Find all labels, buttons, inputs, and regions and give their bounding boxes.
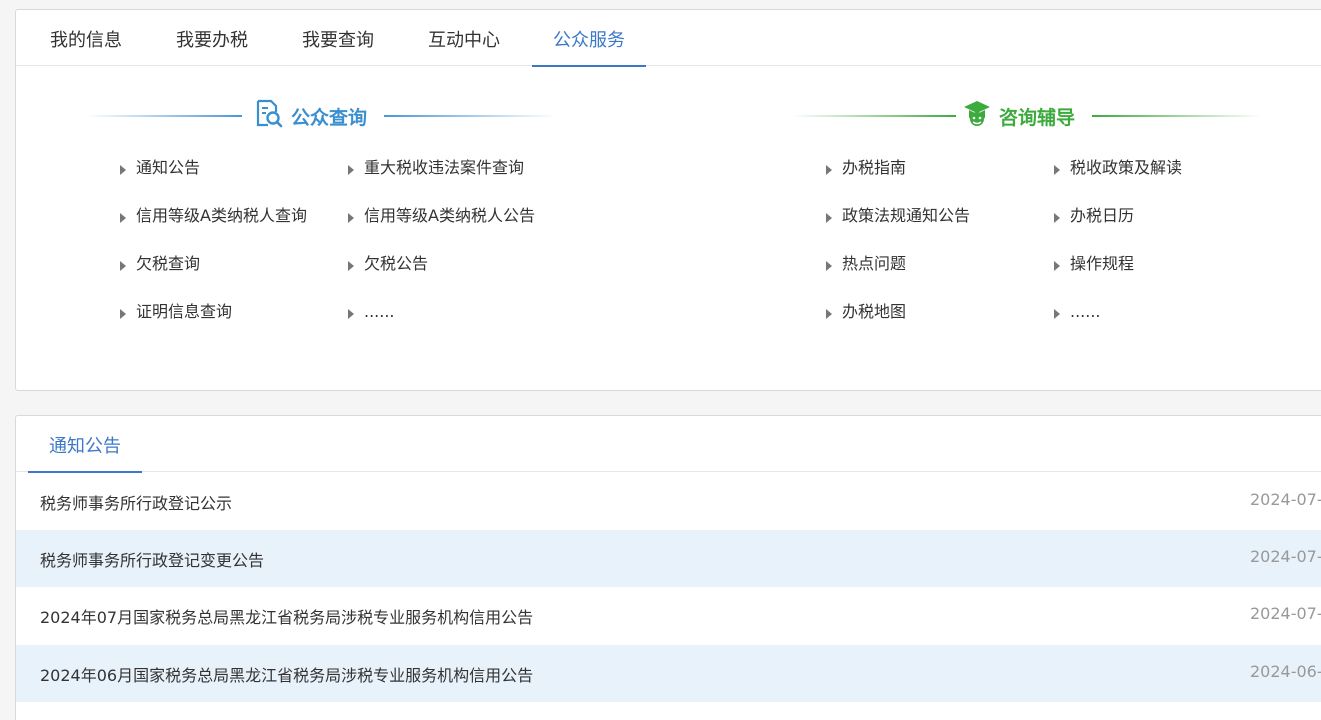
- tab-query[interactable]: 我要查询: [284, 10, 392, 67]
- link-credit-a-notice[interactable]: 信用等级A类纳税人公告: [348, 204, 535, 228]
- graduation-cap-icon: [964, 101, 990, 126]
- notice-tabs: 通知公告: [16, 416, 1321, 473]
- triangle-right-icon: [1054, 164, 1060, 175]
- link-operation-rules[interactable]: 操作规程: [1054, 252, 1134, 276]
- triangle-right-icon: [120, 260, 126, 271]
- link-hot-issues[interactable]: 热点问题: [826, 252, 906, 276]
- triangle-right-icon: [348, 308, 354, 319]
- notice-title: 2024年07月国家税务总局黑龙江省税务局涉税专业服务机构信用公告: [40, 608, 534, 627]
- notice-date: 2024-06-2: [1250, 662, 1321, 681]
- tab-public-service[interactable]: 公众服务: [532, 10, 646, 67]
- tab-tax-handling[interactable]: 我要办税: [158, 10, 266, 67]
- triangle-right-icon: [348, 212, 354, 223]
- notice-date: 2024-07-1: [1250, 604, 1321, 623]
- notice-date: 2024-07-1: [1250, 547, 1321, 566]
- divider-line: [384, 115, 556, 117]
- triangle-right-icon: [1054, 308, 1060, 319]
- link-more-query[interactable]: ......: [348, 300, 395, 324]
- notice-title: 税务师事务所行政登记变更公告: [40, 551, 265, 570]
- tab-notice[interactable]: 通知公告: [28, 416, 142, 473]
- triangle-right-icon: [348, 164, 354, 175]
- triangle-right-icon: [120, 164, 126, 175]
- triangle-right-icon: [348, 260, 354, 271]
- triangle-right-icon: [826, 164, 832, 175]
- link-tax-calendar[interactable]: 办税日历: [1054, 204, 1134, 228]
- notice-row[interactable]: 税务师事务所行政登记公示 2024-07-1: [16, 473, 1321, 530]
- link-arrears-notice[interactable]: 欠税公告: [348, 252, 428, 276]
- notice-row[interactable]: 2024年07月国家税务总局黑龙江省税务局涉税专业服务机构信用公告 2024-0…: [16, 587, 1321, 644]
- tab-my-info[interactable]: 我的信息: [32, 10, 140, 67]
- notice-panel: 通知公告 税务师事务所行政登记公示 2024-07-1 税务师事务所行政登记变更…: [15, 415, 1321, 720]
- public-service-panel: 我的信息 我要办税 我要查询 互动中心 公众服务 公众查询 咨询辅导 通知公告 …: [15, 9, 1321, 391]
- divider-line: [86, 115, 242, 117]
- notice-title: 税务师事务所行政登记公示: [40, 494, 233, 513]
- link-tax-map[interactable]: 办税地图: [826, 300, 906, 324]
- link-tax-policy[interactable]: 税收政策及解读: [1054, 156, 1182, 180]
- divider-line: [792, 115, 956, 117]
- tab-interaction[interactable]: 互动中心: [410, 10, 518, 67]
- consult-title: 咨询辅导: [999, 107, 1076, 129]
- divider-line: [1092, 115, 1262, 117]
- link-tax-guide[interactable]: 办税指南: [826, 156, 906, 180]
- search-document-icon: [256, 99, 283, 128]
- triangle-right-icon: [1054, 212, 1060, 223]
- link-credit-a-query[interactable]: 信用等级A类纳税人查询: [120, 204, 307, 228]
- link-policy-notice[interactable]: 政策法规通知公告: [826, 204, 970, 228]
- triangle-right-icon: [826, 260, 832, 271]
- notice-title: 2024年06月国家税务总局黑龙江省税务局涉税专业服务机构信用公告: [40, 666, 534, 685]
- triangle-right-icon: [120, 212, 126, 223]
- link-notice[interactable]: 通知公告: [120, 156, 200, 180]
- triangle-right-icon: [120, 308, 126, 319]
- triangle-right-icon: [1054, 260, 1060, 271]
- public-query-header: 公众查询: [86, 98, 556, 134]
- main-tabs: 我的信息 我要办税 我要查询 互动中心 公众服务: [16, 10, 1321, 67]
- link-certificate-query[interactable]: 证明信息查询: [120, 300, 232, 324]
- link-more-consult[interactable]: ......: [1054, 300, 1101, 324]
- triangle-right-icon: [826, 308, 832, 319]
- link-arrears-query[interactable]: 欠税查询: [120, 252, 200, 276]
- triangle-right-icon: [826, 212, 832, 223]
- notice-row[interactable]: 2024年06月国家税务总局黑龙江省税务局涉税专业服务机构信用公告 2024-0…: [16, 645, 1321, 702]
- consult-header: 咨询辅导: [792, 98, 1262, 134]
- public-query-title: 公众查询: [291, 107, 368, 129]
- notice-row[interactable]: 税务师事务所行政登记变更公告 2024-07-1: [16, 530, 1321, 587]
- notice-date: 2024-07-1: [1250, 490, 1321, 509]
- link-major-violation-query[interactable]: 重大税收违法案件查询: [348, 156, 524, 180]
